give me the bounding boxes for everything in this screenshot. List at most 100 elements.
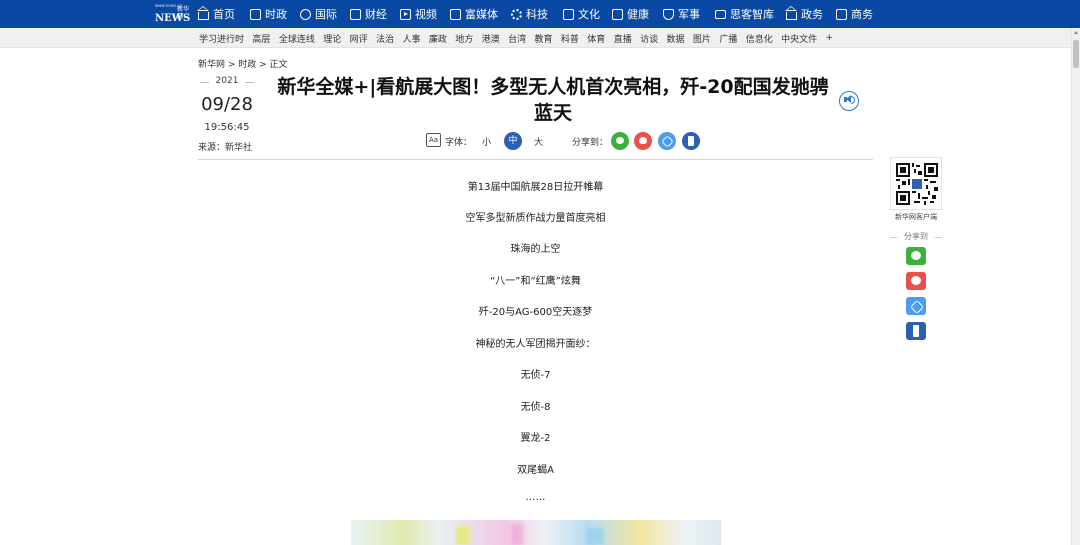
subnav-item[interactable]: 信息化 [746, 32, 773, 45]
audio-speaker-button[interactable] [839, 91, 859, 111]
article-paragraph: 神秘的无人军团揭开面纱： [475, 339, 596, 350]
subnav-item[interactable]: 廉政 [429, 32, 447, 45]
shield-icon [663, 8, 674, 20]
article-photo [351, 520, 721, 545]
publish-time: 19:56:45 [204, 122, 250, 133]
nav-government[interactable]: 政务 [785, 0, 823, 28]
article-paragraph: 无侦-8 [520, 402, 551, 413]
top-nav-bar: www.news.cn NEWS 新华网 首页 时政 国际 财经 视频 富媒体 … [0, 0, 1080, 28]
subnav-item[interactable]: 理论 [323, 32, 341, 45]
nav-label: 视频 [415, 8, 437, 21]
article-paragraph: …… [525, 492, 546, 503]
bar-chart-icon [350, 8, 361, 20]
channel-subnav: 学习进行时 高层 全球连线 理论 网评 法治 人事 廉政 地方 港澳 台湾 教育 科普 体育 直播 访谈 数据图… [0, 28, 1080, 48]
nav-think-tank[interactable]: 思客智库 [715, 0, 774, 28]
subnav-item[interactable]: 法治 [376, 32, 394, 45]
grid-icon [450, 8, 461, 20]
nav-label: 文化 [578, 8, 600, 21]
font-size-small[interactable]: 小 [482, 135, 491, 148]
article-title: 新华全媒+|看航展大图！多型无人机首次亮相，歼-20配国发驰骋蓝天 [277, 76, 829, 124]
nav-politics[interactable]: 时政 [250, 0, 287, 28]
nav-health[interactable]: 健康 [612, 0, 649, 28]
article-paragraph: 双尾蝎A [517, 465, 554, 476]
title-divider [198, 159, 873, 160]
article-paragraph: 第13届中国航展28日拉开帷幕 [467, 182, 604, 193]
heart-icon [612, 8, 623, 20]
article-paragraph: 珠海的上空 [510, 244, 561, 255]
sidebar-wechat-icon[interactable] [906, 247, 926, 265]
nav-military[interactable]: 军事 [663, 0, 700, 28]
sidebar-mobile-icon[interactable] [906, 322, 926, 340]
document-icon [250, 8, 261, 20]
nav-label: 商务 [851, 8, 873, 21]
font-size-large[interactable]: 大 [534, 135, 543, 148]
font-size-icon: Aa [426, 133, 441, 147]
subnav-item[interactable]: 地方 [455, 32, 473, 45]
book-icon [563, 8, 574, 20]
nav-home[interactable]: 首页 [197, 0, 235, 28]
nav-label: 思客智库 [730, 8, 774, 21]
link-share-icon[interactable] [658, 132, 676, 150]
nav-finance[interactable]: 财经 [350, 0, 387, 28]
weibo-share-icon[interactable] [634, 132, 652, 150]
qr-caption: 新华网客户端 [895, 213, 937, 221]
article-paragraph: 空军多型新质作战力量首度亮相 [465, 213, 606, 224]
nav-label: 健康 [627, 8, 649, 21]
nav-label: 军事 [678, 8, 700, 21]
subnav-item[interactable]: 教育 [534, 32, 552, 45]
nav-label: 政务 [801, 8, 823, 21]
sidebar-link-icon[interactable] [906, 297, 926, 315]
play-icon [400, 8, 411, 20]
nav-business[interactable]: 商务 [836, 0, 873, 28]
speaker-icon [851, 96, 855, 104]
subnav-item[interactable]: 中央文件 [781, 32, 817, 45]
mobile-share-icon[interactable] [682, 132, 700, 150]
subnav-item[interactable]: 图片 [693, 32, 711, 45]
article-paragraph: 翼龙-2 [520, 433, 551, 444]
article-paragraph: 无侦-7 [520, 370, 551, 381]
app-qr-code [890, 157, 942, 210]
page-scrollbar[interactable] [1071, 28, 1080, 545]
subnav-item[interactable]: 科普 [561, 32, 579, 45]
nav-label: 首页 [213, 8, 235, 21]
subnav-item[interactable]: 人事 [402, 32, 420, 45]
chat-icon [715, 9, 726, 19]
nav-technology[interactable]: 科技 [511, 0, 548, 28]
publish-month-day: 09/28 [201, 94, 253, 115]
article-source: 来源：新华社 [198, 143, 253, 153]
sidebar-weibo-icon[interactable] [906, 272, 926, 290]
nav-label: 财经 [365, 8, 387, 21]
subnav-item[interactable]: 高层 [252, 32, 270, 45]
gear-icon [511, 8, 522, 20]
font-label: 字体： [445, 138, 473, 148]
font-size-medium[interactable]: 中 [504, 132, 522, 150]
subnav-item[interactable]: 台湾 [508, 32, 526, 45]
nav-international[interactable]: 国际 [300, 0, 337, 28]
breadcrumb[interactable]: 新华网 > 时政 > 正文 [198, 57, 288, 70]
subnav-item[interactable]: 直播 [614, 32, 632, 45]
globe-icon [300, 8, 311, 20]
subnav-item[interactable]: 全球连线 [279, 32, 315, 45]
subnav-item[interactable]: 广播 [719, 32, 737, 45]
subnav-item[interactable]: 访谈 [640, 32, 658, 45]
scrollbar-thumb[interactable] [1073, 40, 1079, 68]
nav-culture[interactable]: 文化 [563, 0, 600, 28]
wechat-share-icon[interactable] [611, 132, 629, 150]
article-paragraph: 歼-20与AG-600空天逐梦 [478, 307, 593, 318]
subnav-item[interactable]: 体育 [587, 32, 605, 45]
nav-label: 富媒体 [465, 8, 498, 21]
nav-rich-media[interactable]: 富媒体 [450, 0, 498, 28]
xinhua-logo[interactable]: www.news.cn NEWS 新华网 [155, 3, 190, 25]
subnav-more-button[interactable]: + [826, 33, 834, 43]
subnav-item[interactable]: 网评 [350, 32, 368, 45]
share-label: 分享到： [572, 138, 609, 148]
sidebar-share-label: 分享到 [886, 231, 946, 242]
nav-video[interactable]: 视频 [400, 0, 437, 28]
briefcase-icon [836, 8, 847, 20]
article-paragraph: “八一”和“红鹰”炫舞 [490, 276, 581, 287]
scroll-up-arrow-icon[interactable] [1074, 31, 1078, 34]
nav-label: 国际 [315, 8, 337, 21]
subnav-item[interactable]: 港澳 [482, 32, 500, 45]
subnav-item[interactable]: 学习进行时 [199, 32, 244, 45]
subnav-item[interactable]: 数据 [667, 32, 685, 45]
